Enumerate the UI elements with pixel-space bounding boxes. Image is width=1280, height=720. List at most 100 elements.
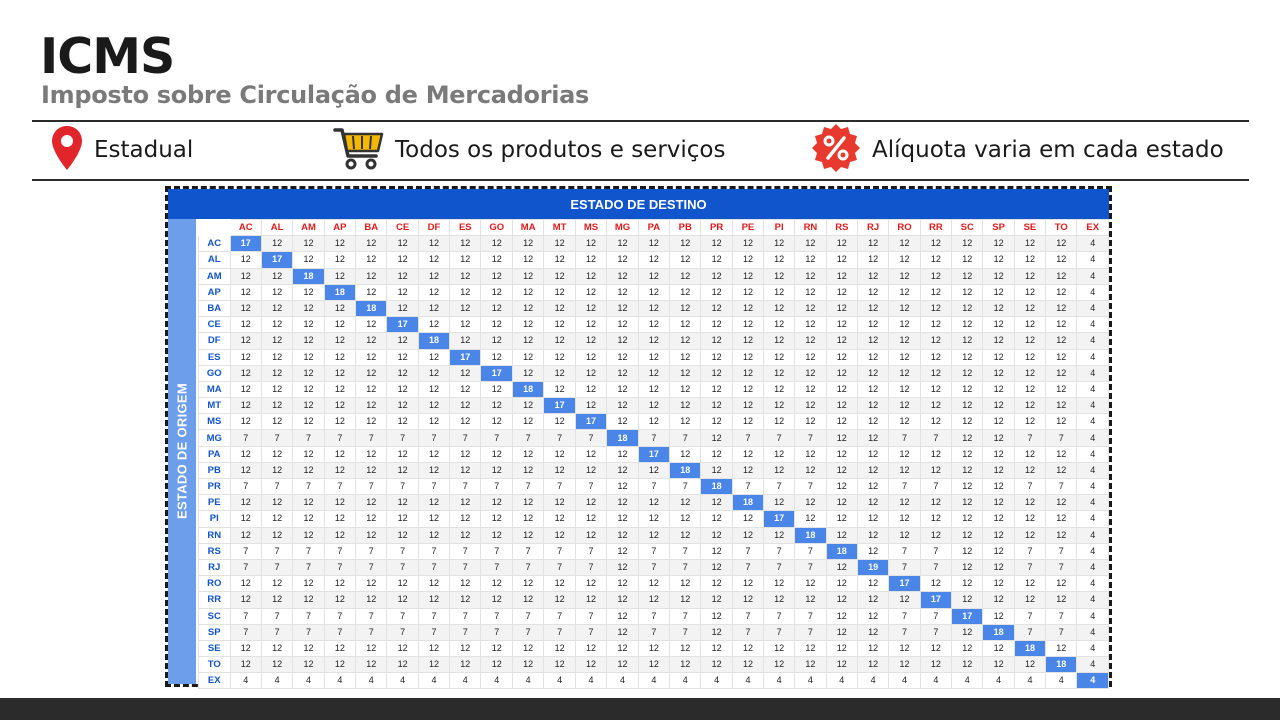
rate-cell: 12 bbox=[449, 316, 482, 334]
rate-cell: 12 bbox=[229, 251, 262, 269]
rate-cell: 12 bbox=[794, 397, 827, 415]
rate-cell: 7 bbox=[543, 558, 576, 577]
rate-cell: 12 bbox=[417, 413, 451, 431]
rate-cell: 12 bbox=[292, 380, 325, 399]
rate-cell: 12 bbox=[323, 510, 357, 528]
rate-cell: 12 bbox=[951, 558, 984, 577]
rate-cell: 4 bbox=[1076, 316, 1109, 334]
rate-cell: 12 bbox=[574, 332, 608, 350]
rate-cell: 12 bbox=[417, 397, 451, 415]
rate-cell: 12 bbox=[951, 623, 984, 641]
rate-cell: 12 bbox=[825, 364, 858, 382]
rate-cell: 12 bbox=[417, 575, 451, 593]
table-row: BA 12 12 12 12 18 12 12 12 12 12 12 12 12 12 12 12 12 12 12… bbox=[198, 299, 1109, 318]
rate-cell: 12 bbox=[919, 267, 953, 285]
rate-cell: 12 bbox=[763, 316, 796, 334]
rate-cell: 12 bbox=[386, 639, 419, 658]
rate-cell: 4 bbox=[888, 672, 921, 690]
rate-cell: 12 bbox=[888, 251, 921, 269]
rate-cell: 7 bbox=[669, 477, 702, 496]
rate-cell: 12 bbox=[386, 251, 419, 269]
rate-cell: 12 bbox=[1045, 639, 1078, 658]
rate-cell: 12 bbox=[825, 494, 858, 512]
rate-cell: 12 bbox=[1013, 461, 1047, 480]
rate-cell: 12 bbox=[417, 299, 451, 318]
rate-cell: 7 bbox=[386, 558, 419, 577]
rate-cell: 12 bbox=[260, 639, 294, 658]
rate-cell: 18 bbox=[669, 461, 702, 480]
rate-cell: 12 bbox=[794, 380, 827, 399]
rate-cell: 12 bbox=[982, 445, 1015, 463]
rate-cell: 17 bbox=[386, 316, 419, 334]
rate-cell: 12 bbox=[480, 283, 513, 301]
rate-cell: 18 bbox=[794, 526, 827, 544]
rate-cell: 7 bbox=[919, 477, 953, 496]
rate-cell: 12 bbox=[543, 267, 576, 285]
rate-cell: 12 bbox=[1013, 445, 1047, 463]
rate-cell: 12 bbox=[888, 364, 921, 382]
rate-cell: 4 bbox=[1076, 575, 1109, 593]
rate-cell: 12 bbox=[700, 283, 733, 301]
rate-cell: 7 bbox=[229, 558, 262, 577]
rate-cell: 12 bbox=[260, 494, 294, 512]
column-header-am: AM bbox=[292, 218, 325, 237]
rate-cell: 12 bbox=[700, 413, 733, 431]
rate-cell: 12 bbox=[982, 380, 1015, 399]
rate-cell: 12 bbox=[982, 348, 1015, 366]
rate-cell: 12 bbox=[856, 591, 890, 609]
rate-cell: 7 bbox=[763, 607, 796, 625]
rate-cell: 12 bbox=[260, 299, 294, 318]
rate-cell: 12 bbox=[606, 380, 639, 399]
rate-cell: 12 bbox=[982, 299, 1015, 318]
rate-cell: 12 bbox=[731, 413, 765, 431]
rate-cell: 12 bbox=[637, 299, 671, 318]
rate-cell: 12 bbox=[480, 639, 513, 658]
rate-cell: 7 bbox=[574, 429, 608, 447]
rate-cell: 4 bbox=[1076, 235, 1109, 253]
rate-cell: 12 bbox=[919, 348, 953, 366]
rate-cell: 12 bbox=[731, 461, 765, 480]
rate-cell: 12 bbox=[700, 623, 733, 641]
rate-cell: 12 bbox=[606, 510, 639, 528]
rate-cell: 12 bbox=[449, 413, 482, 431]
rate-cell: 7 bbox=[260, 558, 294, 577]
row-header-sp: SP bbox=[198, 623, 231, 641]
rate-cell: 12 bbox=[449, 510, 482, 528]
rate-cell: 12 bbox=[763, 575, 796, 593]
table-row: ES 12 12 12 12 12 12 12 17 12 12 12 12 12 12 12 12 12 12 12… bbox=[198, 348, 1109, 366]
rate-cell: 7 bbox=[511, 607, 545, 625]
rate-cell: 12 bbox=[511, 494, 545, 512]
rate-cell: 4 bbox=[480, 672, 513, 690]
rate-cell: 7 bbox=[355, 607, 388, 625]
rate-cell: 12 bbox=[323, 267, 357, 285]
rate-cell: 12 bbox=[511, 299, 545, 318]
rate-cell: 4 bbox=[1076, 380, 1109, 399]
rate-cell: 12 bbox=[669, 591, 702, 609]
rate-cell: 12 bbox=[355, 639, 388, 658]
rate-cell: 7 bbox=[511, 477, 545, 496]
rate-cell: 12 bbox=[574, 656, 608, 674]
rate-cell: 12 bbox=[731, 445, 765, 463]
rate-cell: 17 bbox=[888, 575, 921, 593]
rate-cell: 12 bbox=[700, 299, 733, 318]
rate-cell: 4 bbox=[951, 672, 984, 690]
rate-cell: 12 bbox=[323, 445, 357, 463]
row-header-go: GO bbox=[198, 364, 231, 382]
rate-cell: 12 bbox=[825, 380, 858, 399]
rate-cell: 12 bbox=[606, 526, 639, 544]
rate-cell: 4 bbox=[669, 672, 702, 690]
rate-cell: 12 bbox=[1013, 397, 1047, 415]
rate-cell: 12 bbox=[669, 639, 702, 658]
rate-cell: 12 bbox=[511, 445, 545, 463]
rate-cell: 12 bbox=[1013, 656, 1047, 674]
rate-cell: 12 bbox=[386, 364, 419, 382]
rate-cell: 12 bbox=[982, 607, 1015, 625]
rate-cell: 12 bbox=[700, 656, 733, 674]
rate-cell: 7 bbox=[355, 542, 388, 560]
rate-cell: 7 bbox=[731, 558, 765, 577]
rate-cell: 18 bbox=[1013, 639, 1047, 658]
rate-cell: 12 bbox=[292, 413, 325, 431]
rate-cell: 12 bbox=[355, 316, 388, 334]
rate-cell: 12 bbox=[888, 494, 921, 512]
rate-cell: 12 bbox=[669, 267, 702, 285]
